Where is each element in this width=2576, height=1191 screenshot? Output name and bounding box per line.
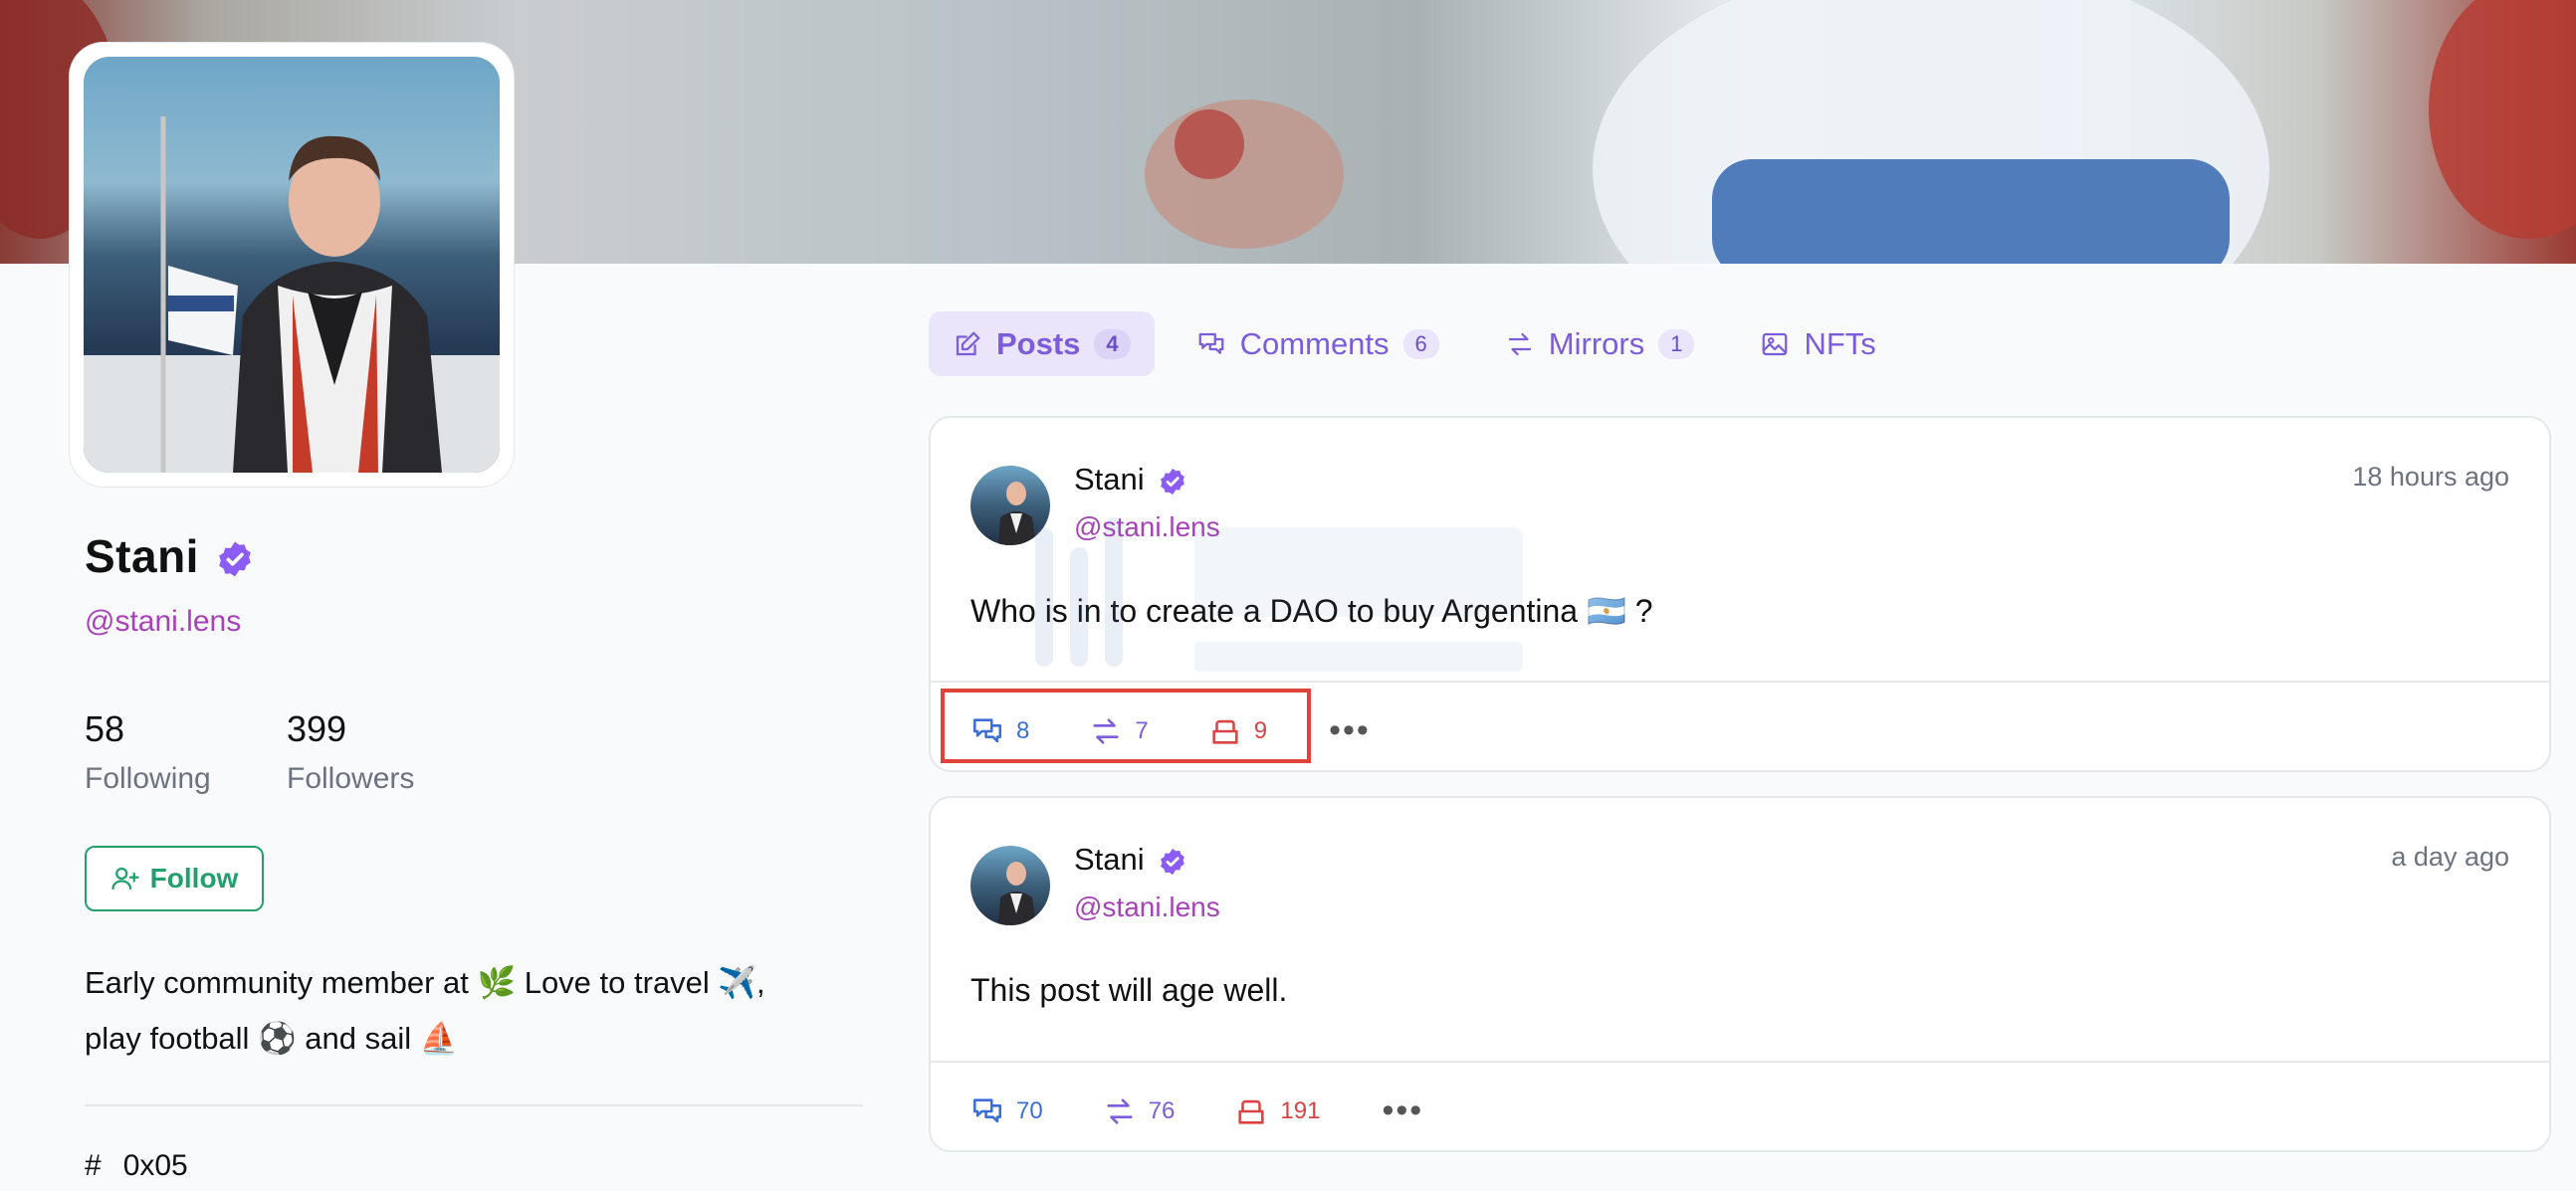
following-label[interactable]: Following	[85, 762, 211, 796]
mirror-button[interactable]: 76	[1103, 1094, 1176, 1128]
tab-label: Mirrors	[1548, 325, 1645, 361]
mirror-count: 76	[1148, 1096, 1176, 1124]
more-options-icon[interactable]: •••	[1382, 1092, 1423, 1130]
comment-button[interactable]: 70	[970, 1094, 1043, 1128]
tab-label: Posts	[996, 325, 1081, 361]
tab-nfts[interactable]: NFTs	[1736, 311, 1899, 376]
profile-id-row: # 0x05	[85, 1149, 188, 1183]
action-highlight-box	[941, 689, 1311, 763]
bio-line: Early community member at 🌿 Love to trav…	[85, 965, 765, 1000]
verified-badge-icon	[1161, 468, 1184, 496]
follow-button-label: Follow	[149, 863, 239, 893]
followers-label[interactable]: Followers	[287, 762, 414, 796]
post-content: Who is in to create a DAO to buy Argenti…	[970, 593, 1653, 629]
follow-button[interactable]: Follow	[85, 846, 264, 911]
post-author-avatar[interactable]	[970, 846, 1050, 925]
post-author-handle[interactable]: @stani.lens	[1074, 892, 1220, 923]
arrows-switch-icon	[1107, 1097, 1133, 1124]
following-count[interactable]: 58	[85, 708, 124, 750]
post-actions: 70 76 191 •••	[970, 1092, 1423, 1130]
profile-name: Stani	[85, 530, 199, 582]
collect-count: 191	[1280, 1096, 1321, 1124]
post-card[interactable]: Stani @stani.lens a day ago This post wi…	[929, 796, 2551, 1152]
tab-count-badge: 1	[1658, 328, 1695, 359]
profile-divider	[85, 1104, 863, 1106]
post-timestamp[interactable]: a day ago	[2391, 842, 2509, 873]
more-options-icon[interactable]: •••	[1329, 711, 1371, 750]
post-author-avatar[interactable]	[970, 466, 1050, 545]
user-plus-icon	[111, 867, 139, 891]
post-divider	[931, 681, 2549, 683]
tab-mirrors[interactable]: Mirrors 1	[1481, 311, 1719, 376]
comment-count: 70	[1016, 1096, 1043, 1124]
tab-posts[interactable]: Posts 4	[929, 311, 1155, 376]
tab-count-badge: 4	[1094, 328, 1131, 359]
verified-badge-icon	[1161, 848, 1184, 876]
post-divider	[931, 1061, 2549, 1063]
tab-count-badge: 6	[1402, 328, 1439, 359]
profile-tabs: Posts 4 Comments 6 Mirrors 1 NFTs	[929, 311, 1900, 376]
bio-line: play football ⚽ and sail ⛵	[85, 1021, 459, 1056]
tab-comments[interactable]: Comments 6	[1173, 311, 1463, 376]
arrows-switch-icon	[1508, 332, 1531, 355]
profile-avatar	[84, 57, 500, 473]
post-timestamp[interactable]: 18 hours ago	[2352, 462, 2509, 493]
collect-icon	[1238, 1099, 1265, 1124]
tab-label: Comments	[1239, 325, 1390, 361]
collect-button[interactable]: 191	[1234, 1094, 1320, 1128]
photo-icon	[1763, 332, 1788, 355]
hashtag-icon: #	[85, 1149, 102, 1182]
chat-bubbles-icon	[1198, 332, 1224, 354]
profile-bio: Early community member at 🌿 Love to trav…	[85, 955, 841, 1067]
post-author-name[interactable]: Stani	[1074, 462, 1145, 497]
post-author-name[interactable]: Stani	[1074, 842, 1145, 878]
post-content: This post will age well.	[970, 972, 1288, 1008]
profile-id: 0x05	[122, 1149, 188, 1182]
pencil-square-icon	[956, 331, 980, 355]
chat-bubbles-icon	[972, 1097, 1002, 1122]
profile-handle[interactable]: @stani.lens	[85, 605, 241, 639]
followers-count[interactable]: 399	[287, 708, 346, 750]
profile-avatar-frame	[70, 43, 514, 487]
post-author-handle[interactable]: @stani.lens	[1074, 511, 1220, 543]
tab-label: NFTs	[1804, 325, 1876, 361]
verified-badge-icon	[219, 541, 251, 577]
